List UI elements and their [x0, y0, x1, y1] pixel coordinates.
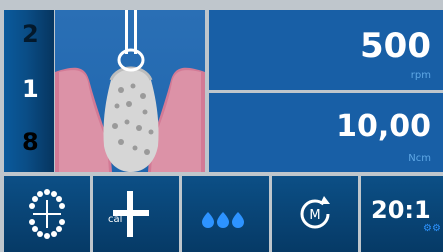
procedure-image	[55, 10, 205, 172]
torque-unit: Ncm	[408, 153, 431, 164]
rotation-mode-icon: M	[300, 196, 330, 229]
torque-value: 10,00	[336, 109, 431, 144]
implant-illustration	[55, 10, 205, 172]
speed-display[interactable]: 500 rpm	[209, 10, 443, 90]
torque-display[interactable]: 10,00 Ncm	[209, 93, 443, 172]
calibrate-button[interactable]: cal	[93, 176, 179, 252]
gear-ratio-button[interactable]: 20:1 ⚙⚙	[361, 176, 443, 252]
irrigation-button[interactable]	[182, 176, 269, 252]
rotation-mode-button[interactable]: M	[272, 176, 358, 252]
step-current[interactable]: 1	[22, 75, 52, 103]
calibrate-label: cal	[108, 214, 123, 225]
gear-icon: ⚙⚙	[423, 223, 441, 234]
device-screen: 2 1 8 500 rpm 10,00 Ncm cal M 20:1 ⚙⚙	[0, 0, 443, 252]
step-previous[interactable]: 2	[22, 20, 52, 48]
mode-letter: M	[309, 208, 320, 223]
calibrate-icon	[113, 191, 149, 237]
step-next[interactable]: 8	[22, 128, 52, 156]
step-selector[interactable]: 2 1 8	[4, 10, 54, 172]
tooth-chart-button[interactable]	[4, 176, 90, 252]
speed-value: 500	[360, 26, 431, 66]
tooth-chart-icon	[29, 189, 65, 239]
irrigation-icon	[202, 212, 244, 228]
gear-ratio: 20:1	[371, 196, 431, 224]
speed-unit: rpm	[410, 70, 431, 81]
